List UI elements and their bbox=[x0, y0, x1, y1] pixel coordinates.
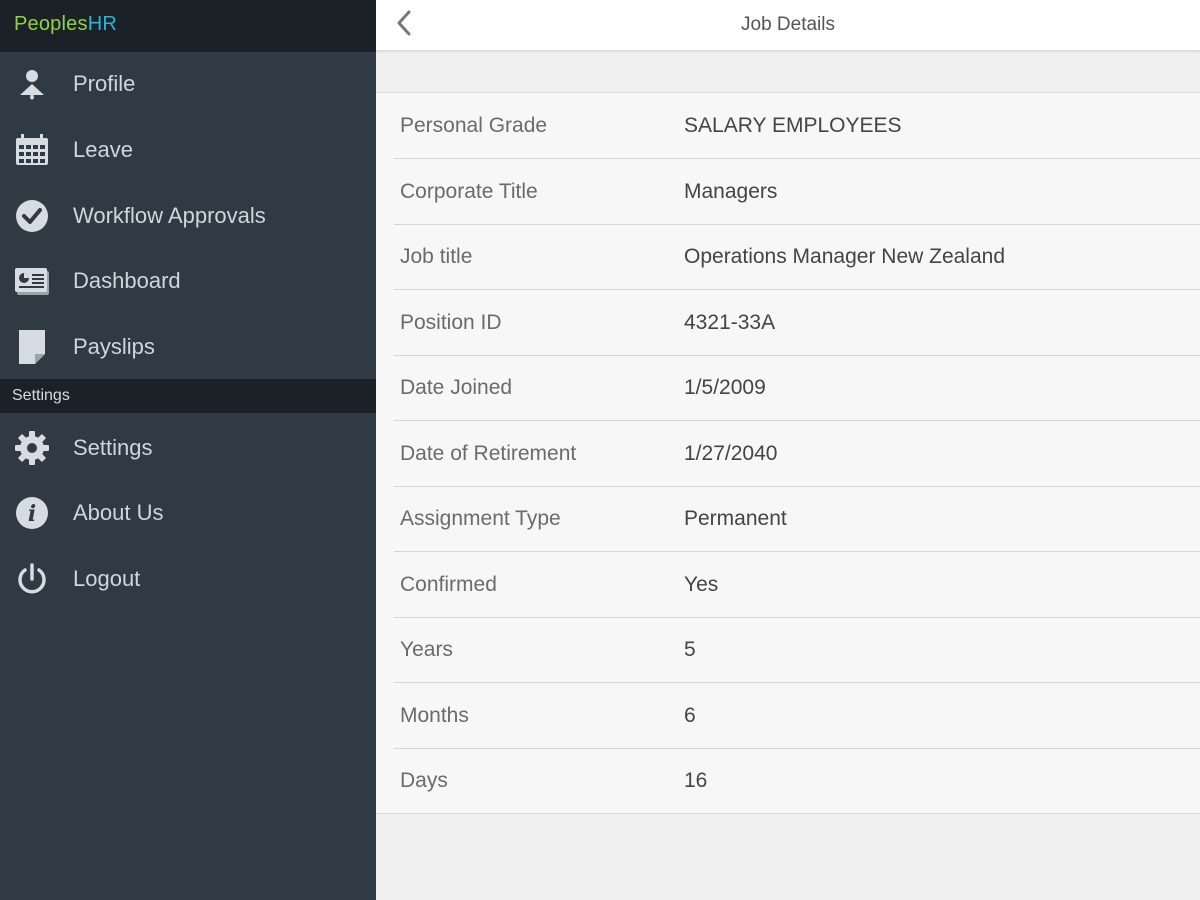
nav-item-about-us[interactable]: i About Us bbox=[0, 481, 376, 545]
detail-label: Assignment Type bbox=[400, 507, 561, 530]
detail-label: Days bbox=[400, 769, 448, 792]
section-header-label: Settings bbox=[12, 387, 70, 404]
calendar-icon bbox=[14, 134, 50, 166]
detail-row-personal-grade: Personal Grade SALARY EMPLOYEES bbox=[394, 93, 1200, 159]
nav-item-profile[interactable]: Profile bbox=[0, 52, 376, 116]
detail-value: 16 bbox=[684, 769, 708, 792]
detail-value: 5 bbox=[684, 638, 696, 661]
back-button[interactable] bbox=[384, 6, 424, 44]
checkmark-circle-icon bbox=[14, 200, 50, 232]
detail-value: 4321-33A bbox=[684, 310, 776, 334]
detail-value: Operations Manager New Zealand bbox=[684, 245, 1006, 268]
job-details-list: Personal Grade SALARY EMPLOYEES Corporat… bbox=[376, 92, 1200, 814]
nav-item-leave[interactable]: Leave bbox=[0, 118, 376, 182]
detail-label: Job title bbox=[400, 245, 473, 268]
detail-label: Personal Grade bbox=[400, 114, 548, 137]
detail-row-months: Months 6 bbox=[394, 683, 1200, 749]
nav-item-settings[interactable]: Settings bbox=[0, 416, 376, 480]
nav-label: Logout bbox=[73, 566, 141, 591]
nav-label: Workflow Approvals bbox=[73, 203, 266, 228]
detail-label: Date Joined bbox=[400, 376, 513, 399]
nav-label: Dashboard bbox=[73, 268, 181, 293]
nav-item-logout[interactable]: Logout bbox=[0, 547, 376, 611]
detail-label: Date of Retirement bbox=[400, 441, 577, 465]
power-icon bbox=[14, 563, 50, 595]
detail-value: SALARY EMPLOYEES bbox=[684, 114, 902, 137]
detail-value: 6 bbox=[684, 703, 696, 727]
detail-value: 1/5/2009 bbox=[684, 376, 766, 399]
document-icon bbox=[14, 330, 50, 364]
detail-value: Managers bbox=[684, 179, 778, 203]
detail-label: Corporate Title bbox=[400, 179, 538, 203]
detail-row-assignment-type: Assignment Type Permanent bbox=[394, 486, 1200, 552]
detail-row-days: Days 16 bbox=[394, 748, 1200, 813]
detail-label: Years bbox=[400, 638, 453, 661]
page-title: Job Details bbox=[741, 14, 835, 35]
detail-row-position-id: Position ID 4321-33A bbox=[394, 290, 1200, 356]
detail-row-date-of-retirement: Date of Retirement 1/27/2040 bbox=[394, 421, 1200, 487]
header-bar: Job Details bbox=[376, 0, 1200, 51]
profile-icon bbox=[14, 68, 50, 100]
nav-item-dashboard[interactable]: Dashboard bbox=[0, 249, 376, 313]
svg-text:i: i bbox=[28, 501, 36, 527]
nav-label: Leave bbox=[73, 137, 133, 162]
nav-label: Settings bbox=[73, 435, 153, 460]
detail-value: Permanent bbox=[684, 507, 787, 530]
sidebar: PeoplesHR Profile Leave Workflow Approva bbox=[0, 0, 376, 900]
detail-label: Position ID bbox=[400, 310, 502, 334]
detail-value: 1/27/2040 bbox=[684, 441, 778, 465]
detail-row-job-title: Job title Operations Manager New Zealand bbox=[394, 224, 1200, 290]
nav-label: Payslips bbox=[73, 334, 155, 359]
detail-row-corporate-title: Corporate Title Managers bbox=[394, 159, 1200, 225]
detail-row-confirmed: Confirmed Yes bbox=[394, 552, 1200, 618]
logo-text-peoples: Peoples bbox=[14, 13, 88, 35]
gear-icon bbox=[14, 431, 50, 465]
detail-label: Months bbox=[400, 703, 469, 727]
nav-item-workflow-approvals[interactable]: Workflow Approvals bbox=[0, 184, 376, 248]
detail-row-years: Years 5 bbox=[394, 617, 1200, 683]
nav-label: About Us bbox=[73, 500, 164, 525]
app-logo: PeoplesHR bbox=[14, 12, 117, 36]
settings-section-header: Settings bbox=[0, 379, 376, 413]
dashboard-icon bbox=[14, 265, 50, 297]
nav-label: Profile bbox=[73, 71, 136, 96]
info-icon: i bbox=[14, 497, 50, 529]
detail-label: Confirmed bbox=[400, 572, 497, 596]
detail-value: Yes bbox=[684, 572, 719, 596]
nav-item-payslips[interactable]: Payslips bbox=[0, 315, 376, 379]
chevron-left-icon bbox=[395, 9, 413, 42]
brand-bar: PeoplesHR bbox=[0, 0, 376, 52]
detail-row-date-joined: Date Joined 1/5/2009 bbox=[394, 355, 1200, 421]
logo-text-hr: HR bbox=[87, 13, 117, 35]
